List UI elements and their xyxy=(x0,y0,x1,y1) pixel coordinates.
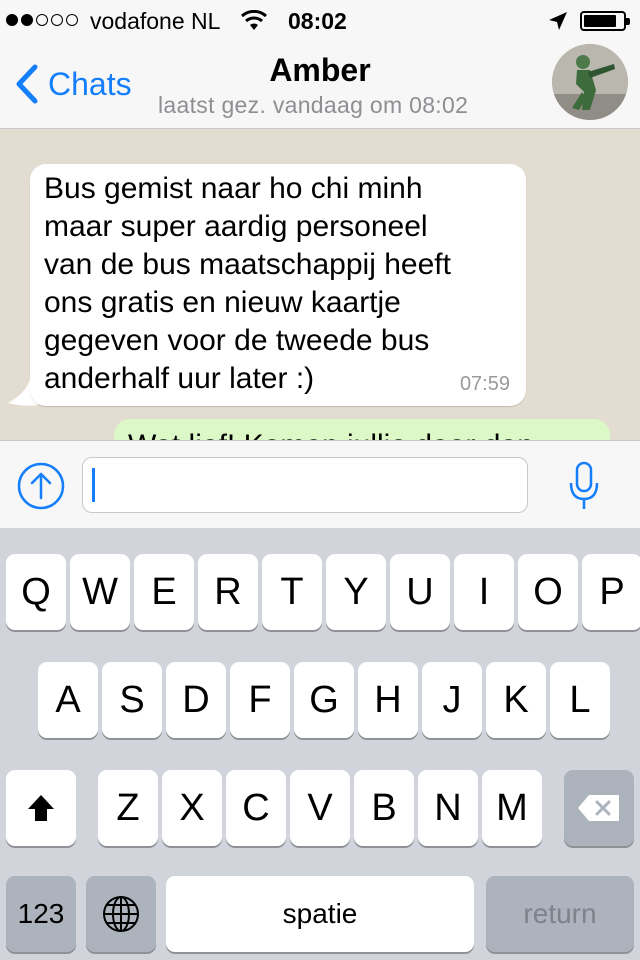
message-line: ons gratis en nieuw kaartje xyxy=(44,286,401,319)
key-v[interactable]: V xyxy=(290,770,350,846)
delete-key[interactable] xyxy=(564,770,634,846)
numbers-key[interactable]: 123 xyxy=(6,876,76,952)
shift-key[interactable] xyxy=(6,770,76,846)
message-line: maar super aardig personeel xyxy=(44,210,428,243)
signal-dot xyxy=(6,14,18,26)
backspace-icon xyxy=(578,795,619,821)
return-key[interactable]: return xyxy=(486,876,634,952)
message-line: van de bus maatschappij heeft xyxy=(44,248,451,281)
globe-key[interactable] xyxy=(86,876,156,952)
globe-icon xyxy=(103,896,139,932)
key-u[interactable]: U xyxy=(390,554,450,630)
message-line: Bus gemist naar ho chi minh xyxy=(44,172,423,205)
keyboard: Q W E R T Y U I O P A S D F G H J K L Z … xyxy=(0,528,640,960)
signal-dot xyxy=(36,14,48,26)
key-s[interactable]: S xyxy=(102,662,162,738)
key-e[interactable]: E xyxy=(134,554,194,630)
key-k[interactable]: K xyxy=(486,662,546,738)
message-text: Bus gemist naar ho chi minh maar super a… xyxy=(44,170,514,398)
key-t[interactable]: T xyxy=(262,554,322,630)
key-a[interactable]: A xyxy=(38,662,98,738)
key-d[interactable]: D xyxy=(166,662,226,738)
microphone-icon[interactable] xyxy=(566,461,602,511)
key-f[interactable]: F xyxy=(230,662,290,738)
key-x[interactable]: X xyxy=(162,770,222,846)
key-h[interactable]: H xyxy=(358,662,418,738)
composer-bar xyxy=(0,440,640,529)
message-timestamp: 07:59 xyxy=(459,373,510,395)
key-o[interactable]: O xyxy=(518,554,578,630)
wifi-icon xyxy=(241,10,267,30)
location-arrow-icon xyxy=(549,12,567,30)
key-w[interactable]: W xyxy=(70,554,130,630)
toy-soldier-avatar xyxy=(552,44,628,120)
key-y[interactable]: Y xyxy=(326,554,386,630)
key-m[interactable]: M xyxy=(482,770,542,846)
key-i[interactable]: I xyxy=(454,554,514,630)
outgoing-message-bubble[interactable]: Wat lief! Komen jullie daar dan xyxy=(114,419,610,440)
signal-dot xyxy=(21,14,33,26)
status-time: 08:02 xyxy=(288,8,347,34)
key-q[interactable]: Q xyxy=(6,554,66,630)
key-j[interactable]: J xyxy=(422,662,482,738)
text-caret xyxy=(92,468,95,502)
message-list[interactable]: Bus gemist naar ho chi minh maar super a… xyxy=(0,129,640,440)
incoming-message-bubble[interactable]: Bus gemist naar ho chi minh maar super a… xyxy=(30,164,526,406)
key-r[interactable]: R xyxy=(198,554,258,630)
battery-icon xyxy=(580,11,630,31)
contact-avatar[interactable] xyxy=(552,44,628,120)
key-b[interactable]: B xyxy=(354,770,414,846)
key-z[interactable]: Z xyxy=(98,770,158,846)
message-text: Wat lief! Komen jullie daar dan xyxy=(128,427,534,440)
space-key[interactable]: spatie xyxy=(166,876,474,952)
key-p[interactable]: P xyxy=(582,554,640,630)
signal-dot xyxy=(66,14,78,26)
battery-level xyxy=(584,15,616,27)
key-c[interactable]: C xyxy=(226,770,286,846)
key-g[interactable]: G xyxy=(294,662,354,738)
upload-arrow-icon[interactable] xyxy=(17,462,65,510)
contact-name[interactable]: Amber xyxy=(0,52,640,89)
key-n[interactable]: N xyxy=(418,770,478,846)
chat-header: Chats Amber laatst gez. vandaag om 08:02 xyxy=(0,42,640,129)
status-bar: vodafone NL 08:02 xyxy=(0,0,640,42)
message-input[interactable] xyxy=(82,457,528,513)
carrier-name: vodafone NL xyxy=(90,8,221,34)
last-seen-status: laatst gez. vandaag om 08:02 xyxy=(158,92,469,118)
signal-dot xyxy=(51,14,63,26)
message-line: anderhalf uur later :) xyxy=(44,362,315,395)
message-line: gegeven voor de tweede bus xyxy=(44,324,430,357)
signal-dots-icon xyxy=(6,14,78,26)
key-l[interactable]: L xyxy=(550,662,610,738)
shift-arrow-icon xyxy=(28,795,54,821)
